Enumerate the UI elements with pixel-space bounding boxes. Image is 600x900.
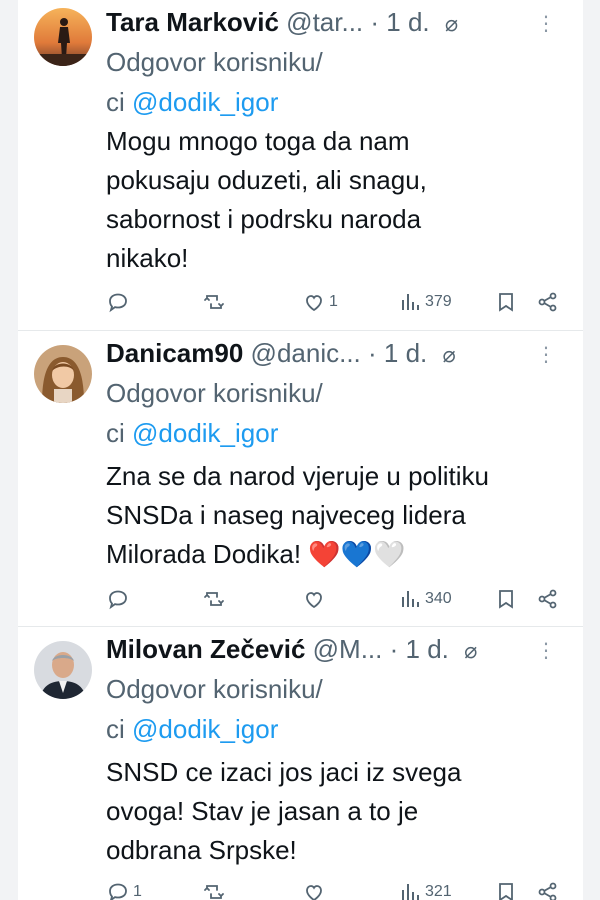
reply-prefix-2: ci (106, 714, 132, 744)
reply-prefix: Odgovor korisniku/ (106, 47, 323, 77)
reply-icon (109, 590, 127, 610)
reply-context: Odgovor korisniku/ ci @dodik_igor (106, 669, 546, 749)
reply-context: Odgovor korisniku/ ci @dodik_igor (106, 42, 546, 122)
share-button[interactable] (536, 880, 560, 900)
reply-prefix-2: ci (106, 87, 132, 117)
user-handle[interactable]: @M... (313, 634, 383, 664)
timestamp[interactable]: · 1 d. (368, 338, 427, 368)
reply-feed: Tara Marković @tar... · 1 d. ⌀ ⋮ Odgovor… (18, 0, 583, 900)
mention-link[interactable]: @dodik_igor (132, 418, 278, 448)
verified-icon: ⌀ (444, 11, 459, 36)
tweet-line: Milorada Dodika! ❤️💙🤍 (106, 539, 406, 569)
tweet-header: Danicam90 @danic... · 1 d. ⌀ ⋮ (106, 337, 576, 377)
bookmark-icon (499, 293, 513, 312)
retweet-button[interactable] (202, 880, 226, 900)
avatar[interactable] (34, 641, 92, 699)
tweet[interactable]: Tara Marković @tar... · 1 d. ⌀ ⋮ Odgovor… (18, 0, 583, 330)
reply-button[interactable] (106, 587, 133, 611)
like-button[interactable] (302, 587, 329, 611)
views-button[interactable]: 379 (398, 290, 452, 314)
timestamp[interactable]: · 1 d. (370, 7, 429, 37)
like-icon (306, 885, 322, 900)
tweet-line: ovoga! Stav je jasan a to je (106, 796, 419, 826)
like-icon (306, 592, 322, 609)
user-handle[interactable]: @tar... (286, 7, 363, 37)
tweet-line: Zna se da narod vjeruje u politiku (106, 461, 490, 491)
verified-icon: ⌀ (464, 638, 478, 663)
like-icon (306, 295, 322, 312)
mention-link[interactable]: @dodik_igor (132, 714, 278, 744)
like-button[interactable]: 1 (302, 290, 338, 314)
bookmark-icon (499, 883, 513, 900)
tweet-line: nikako! (106, 243, 189, 273)
retweet-button[interactable] (202, 290, 226, 314)
views-icon (402, 884, 419, 900)
reply-prefix: Odgovor korisniku/ (106, 378, 323, 408)
tweet-text: Mogu mnogo toga da nam pokusaju oduzeti,… (106, 122, 566, 278)
share-icon (538, 882, 557, 900)
tweet-text: Zna se da narod vjeruje u politiku SNSDa… (106, 457, 566, 574)
tweet[interactable]: Danicam90 @danic... · 1 d. ⌀ ⋮ Odgovor k… (18, 330, 583, 627)
display-name[interactable]: Danicam90 (106, 338, 243, 368)
bookmark-button[interactable] (494, 880, 518, 900)
tweet-header: Milovan Zečević @M... · 1 d. ⌀ ⋮ (106, 633, 576, 673)
action-bar: 1 379 (106, 290, 566, 318)
tweet-line: sabornost i podrsku naroda (106, 204, 422, 234)
action-bar: 340 (106, 587, 566, 615)
timestamp[interactable]: · 1 d. (390, 634, 449, 664)
tweet-line: Mogu mnogo toga da nam (106, 126, 410, 156)
tweet-line: SNSDa i naseg najveceg lidera (106, 500, 466, 530)
views-icon (402, 591, 419, 607)
views-count: 340 (425, 590, 452, 607)
reply-context: Odgovor korisniku/ ci @dodik_igor (106, 373, 546, 453)
share-icon (538, 292, 557, 312)
views-count: 321 (425, 883, 452, 900)
display-name[interactable]: Tara Marković (106, 7, 279, 37)
reply-prefix-2: ci (106, 418, 132, 448)
avatar[interactable] (34, 8, 92, 66)
avatar[interactable] (34, 345, 92, 403)
share-icon (538, 589, 557, 609)
bookmark-icon (499, 590, 513, 609)
views-button[interactable]: 340 (398, 587, 452, 611)
tweet-header: Tara Marković @tar... · 1 d. ⌀ ⋮ (106, 6, 576, 46)
retweet-icon (204, 592, 224, 606)
retweet-icon (204, 295, 224, 309)
reply-icon (109, 293, 127, 313)
retweet-icon (204, 885, 224, 899)
more-icon[interactable]: ⋮ (536, 635, 556, 667)
mention-link[interactable]: @dodik_igor (132, 87, 278, 117)
share-button[interactable] (536, 290, 560, 314)
tweet-line: pokusaju oduzeti, ali snagu, (106, 165, 427, 195)
more-icon[interactable]: ⋮ (536, 339, 556, 371)
more-icon[interactable]: ⋮ (536, 8, 556, 40)
tweet-text: SNSD ce izaci jos jaci iz svega ovoga! S… (106, 753, 566, 870)
retweet-button[interactable] (202, 587, 226, 611)
views-icon (402, 294, 419, 310)
reply-button[interactable]: 1 (106, 880, 142, 900)
reply-prefix: Odgovor korisniku/ (106, 674, 323, 704)
reply-count: 1 (133, 883, 142, 900)
action-bar: 1 321 (106, 880, 566, 900)
share-button[interactable] (536, 587, 560, 611)
bookmark-button[interactable] (494, 587, 518, 611)
bookmark-button[interactable] (494, 290, 518, 314)
user-handle[interactable]: @danic... (251, 338, 361, 368)
like-button[interactable] (302, 880, 329, 900)
display-name[interactable]: Milovan Zečević (106, 634, 305, 664)
reply-button[interactable] (106, 290, 133, 314)
like-count: 1 (329, 293, 338, 310)
views-button[interactable]: 321 (398, 880, 452, 900)
tweet[interactable]: Milovan Zečević @M... · 1 d. ⌀ ⋮ Odgovor… (18, 626, 583, 900)
views-count: 379 (425, 293, 452, 310)
tweet-line: SNSD ce izaci jos jaci iz svega (106, 757, 462, 787)
tweet-line: odbrana Srpske! (106, 835, 297, 865)
reply-icon (109, 883, 127, 900)
verified-icon: ⌀ (442, 342, 456, 367)
